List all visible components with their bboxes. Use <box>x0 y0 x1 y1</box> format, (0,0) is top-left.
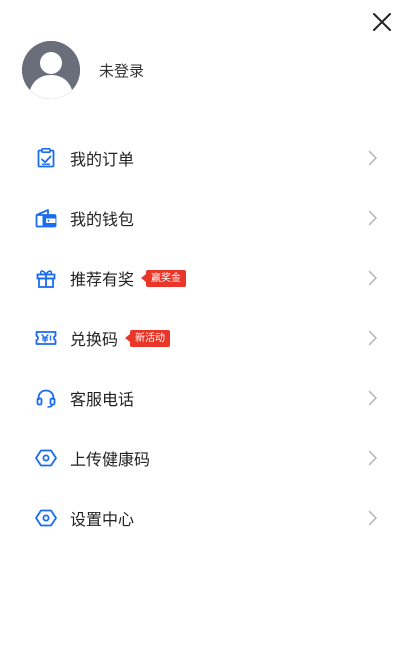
chevron-right-icon <box>368 330 377 346</box>
redeem-code-icon <box>34 326 58 350</box>
promo-badge: 新活动 <box>125 329 171 347</box>
login-status-text[interactable]: 未登录 <box>99 60 144 81</box>
menu-item-upload-health-code[interactable]: 上传健康码 <box>0 428 412 488</box>
menu-item-label: 设置中心 <box>70 510 135 529</box>
menu-item-redeem-code[interactable]: 兑换码 新活动 <box>0 308 412 368</box>
menu-item-label: 推荐有奖 赢奖金 <box>70 266 187 290</box>
profile-login-area[interactable]: 未登录 <box>22 41 144 99</box>
close-button[interactable] <box>370 10 394 34</box>
menu-item-settings-center[interactable]: 设置中心 <box>0 488 412 548</box>
chevron-right-icon <box>368 210 377 226</box>
gift-icon <box>34 266 58 290</box>
chevron-right-icon <box>368 390 377 406</box>
order-clipboard-icon <box>34 146 58 170</box>
headset-icon <box>34 386 58 410</box>
menu-item-my-wallet[interactable]: 我的钱包 <box>0 188 412 248</box>
wallet-icon <box>34 206 58 230</box>
menu-item-label: 我的钱包 <box>70 210 135 229</box>
menu-item-label: 我的订单 <box>70 150 135 169</box>
menu-item-my-orders[interactable]: 我的订单 <box>0 128 412 188</box>
close-icon <box>373 13 391 31</box>
avatar[interactable] <box>22 41 80 99</box>
promo-badge: 赢奖金 <box>141 269 187 287</box>
menu-item-customer-service-phone[interactable]: 客服电话 <box>0 368 412 428</box>
chevron-right-icon <box>368 150 377 166</box>
menu-item-label: 客服电话 <box>70 390 135 409</box>
menu-item-referral-rewards[interactable]: 推荐有奖 赢奖金 <box>0 248 412 308</box>
chevron-right-icon <box>368 450 377 466</box>
chevron-right-icon <box>368 510 377 526</box>
menu-item-label: 兑换码 新活动 <box>70 326 171 350</box>
settings-hexagon-icon <box>34 506 58 530</box>
menu-item-label: 上传健康码 <box>70 450 151 469</box>
chevron-right-icon <box>368 270 377 286</box>
menu-list: 我的订单 我的钱包 推荐有奖 赢奖金 兑换码 新活动 客服电话 上传健康码 设置… <box>0 128 412 548</box>
default-avatar-icon <box>22 41 80 99</box>
hexagon-icon <box>34 446 58 470</box>
